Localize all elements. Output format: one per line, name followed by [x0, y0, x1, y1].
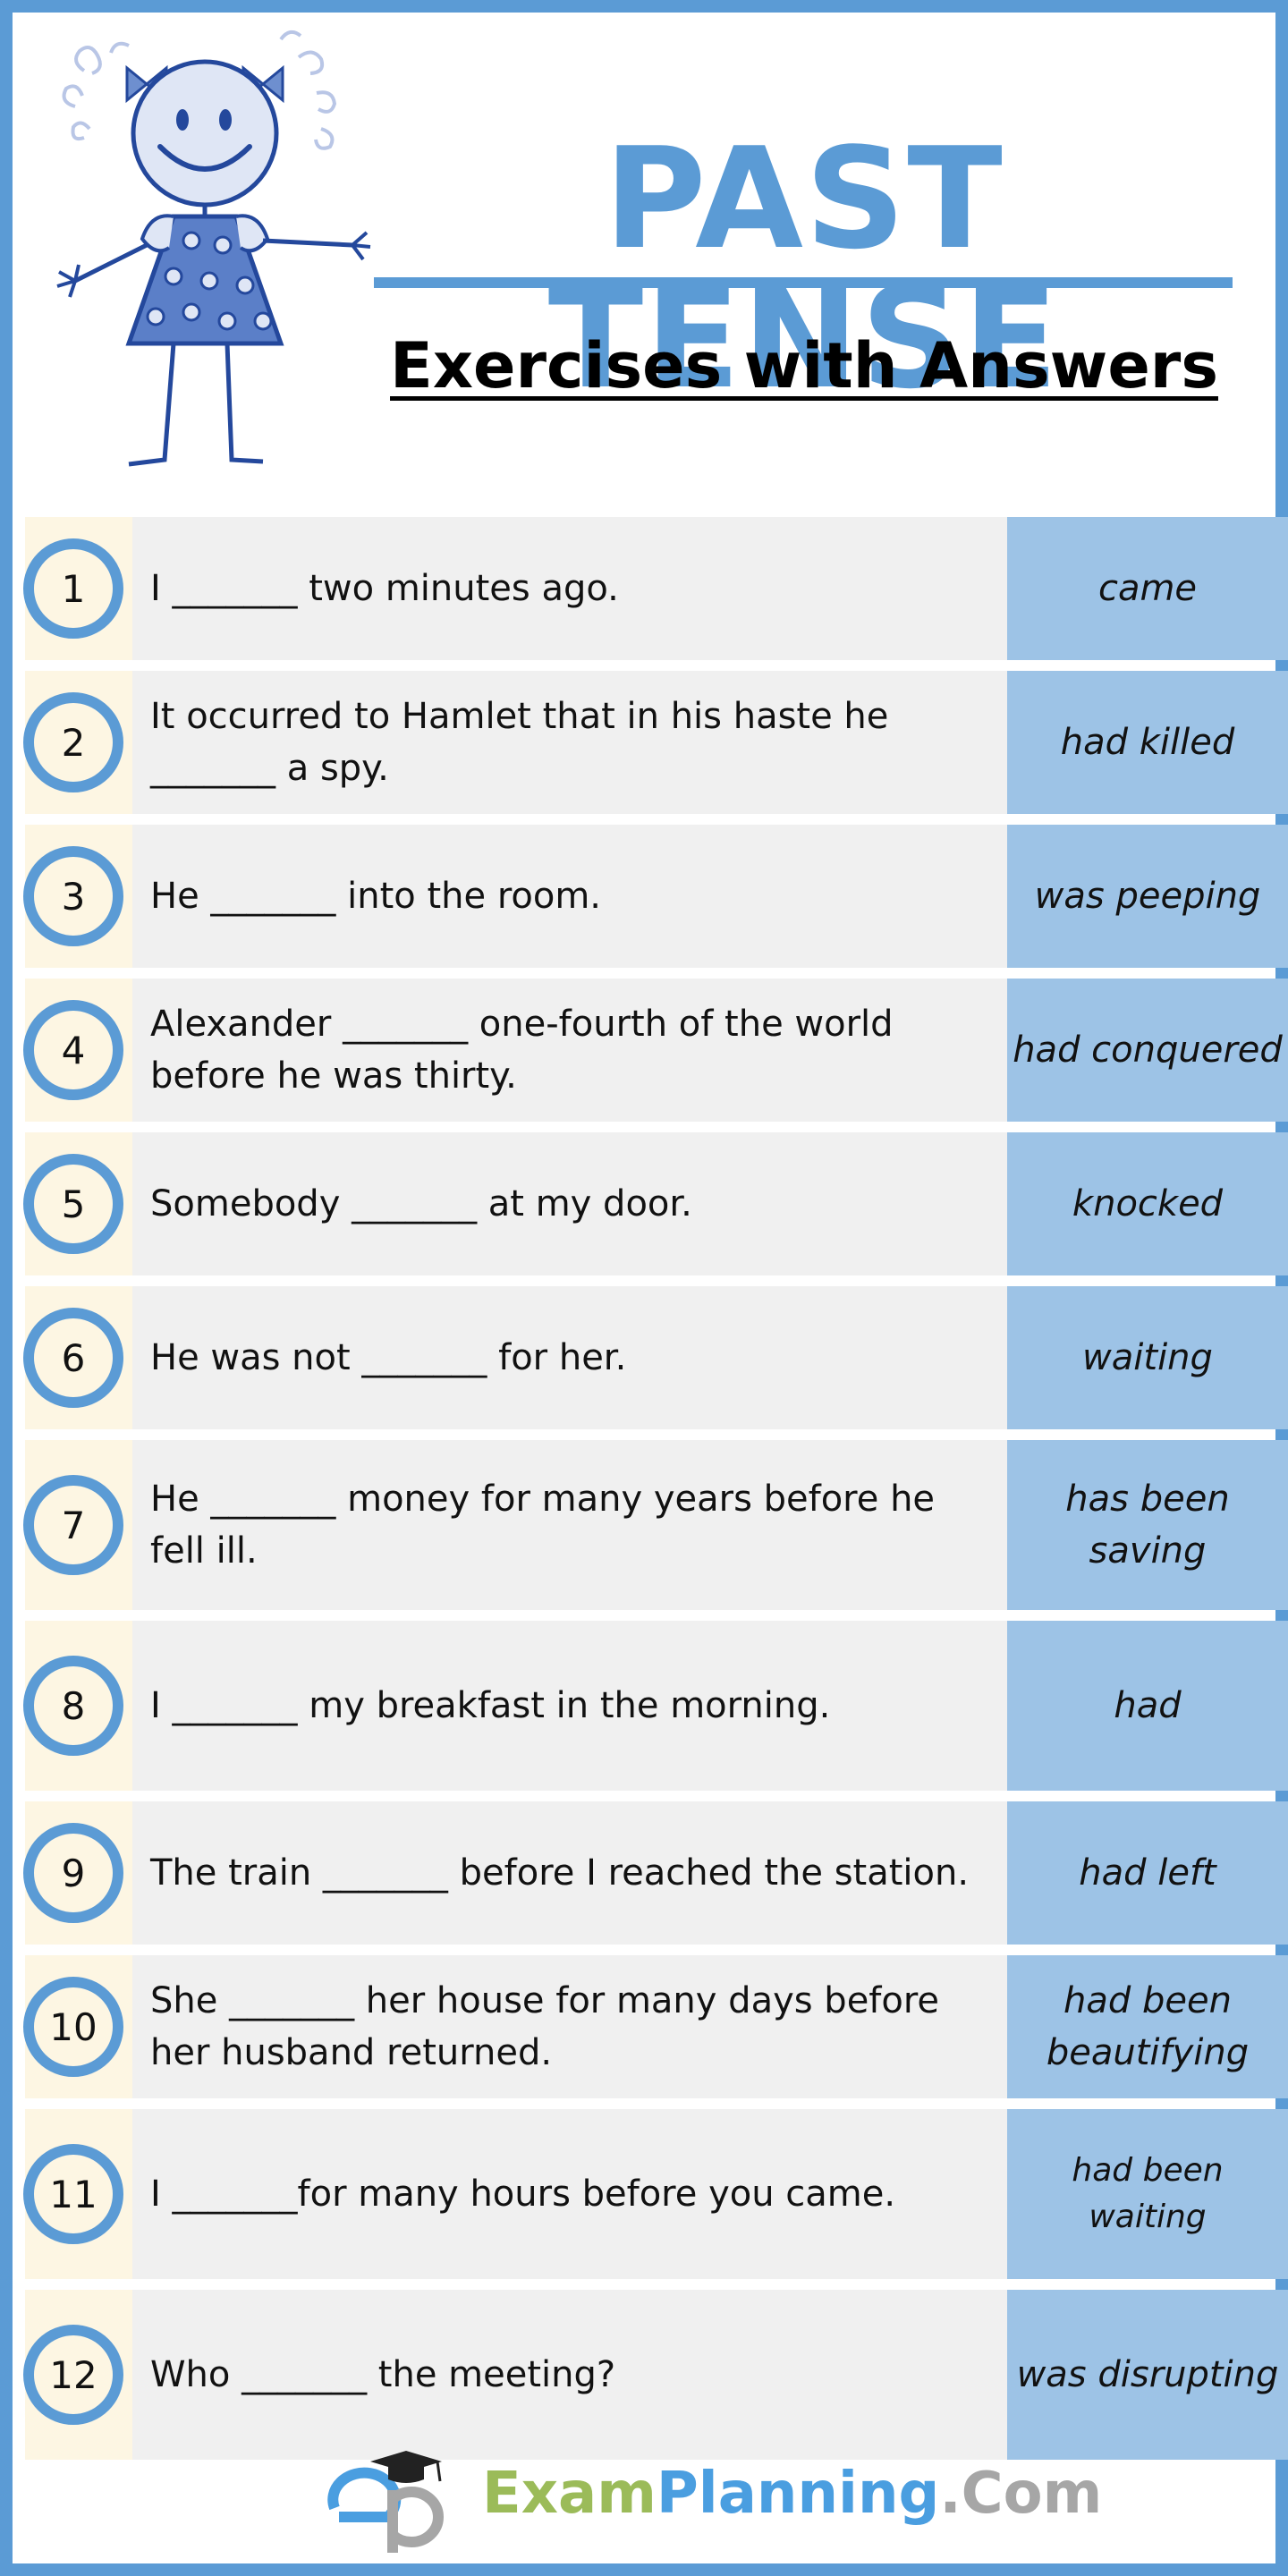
question-text: The train _______ before I reached the s… — [132, 1801, 1007, 1945]
number-badge: 12 — [23, 2325, 123, 2425]
answer-text: waiting — [1007, 1286, 1288, 1429]
brand-name: ExamPlanning.Com — [482, 2465, 1102, 2522]
exercise-row: 4 Alexander _______ one-fourth of the wo… — [23, 979, 1288, 1122]
girl-mascot-illustration — [56, 30, 371, 467]
exercise-row: 5 Somebody _______ at my door. knocked — [23, 1132, 1288, 1275]
number-badge: 3 — [23, 846, 123, 946]
number-badge: 2 — [23, 692, 123, 792]
brand-part-com: .Com — [939, 2461, 1103, 2527]
brand-part-exam: Exam — [482, 2461, 657, 2527]
answer-text: had — [1007, 1621, 1288, 1791]
question-text: It occurred to Hamlet that in his haste … — [132, 671, 1007, 814]
question-text: Somebody _______ at my door. — [132, 1132, 1007, 1275]
page-frame: PAST TENSE Exercises with Answers 1 I __… — [0, 0, 1288, 2576]
answer-text: came — [1007, 517, 1288, 660]
exercise-row: 9 The train _______ before I reached the… — [23, 1801, 1288, 1945]
answer-text: had been beautifying — [1007, 1955, 1288, 2098]
brand-part-planning: Planning — [656, 2461, 940, 2527]
exercise-row: 1 I _______ two minutes ago. came — [23, 517, 1288, 660]
ep-graduation-cap-logo-icon — [327, 2451, 444, 2553]
answer-text: had conquered — [1007, 979, 1288, 1122]
exercise-row: 8 I _______ my breakfast in the morning.… — [23, 1621, 1288, 1791]
question-text: I _______ my breakfast in the morning. — [132, 1621, 1007, 1791]
answer-text: has been saving — [1007, 1440, 1288, 1610]
answer-text: was peeping — [1007, 825, 1288, 968]
title-underline — [374, 277, 1233, 288]
exercise-row: 6 He was not _______ for her. waiting — [23, 1286, 1288, 1429]
number-badge: 5 — [23, 1154, 123, 1254]
question-text: He _______ money for many years before h… — [132, 1440, 1007, 1610]
number-badge: 7 — [23, 1475, 123, 1575]
exercise-row: 12 Who _______ the meeting? was disrupti… — [23, 2290, 1288, 2460]
exercise-list: 1 I _______ two minutes ago. came 2 It o… — [23, 517, 1288, 2470]
question-text: I _______ two minutes ago. — [132, 517, 1007, 660]
number-badge: 11 — [23, 2144, 123, 2244]
exercise-row: 10 She _______ her house for many days b… — [23, 1955, 1288, 2098]
question-text: Alexander _______ one-fourth of the worl… — [132, 979, 1007, 1122]
question-text: He _______ into the room. — [132, 825, 1007, 968]
exercise-row: 3 He _______ into the room. was peeping — [23, 825, 1288, 968]
answer-text: had been waiting — [1007, 2109, 1288, 2279]
question-text: She _______ her house for many days befo… — [132, 1955, 1007, 2098]
answer-text: had left — [1007, 1801, 1288, 1945]
footer: ExamPlanning.Com — [13, 2445, 1288, 2553]
page-subtitle: Exercises with Answers — [390, 329, 1218, 402]
exercise-row: 11 I _______for many hours before you ca… — [23, 2109, 1288, 2279]
answer-text: had killed — [1007, 671, 1288, 814]
number-badge: 1 — [23, 538, 123, 639]
number-badge: 6 — [23, 1308, 123, 1408]
question-text: He was not _______ for her. — [132, 1286, 1007, 1429]
number-badge: 10 — [23, 1977, 123, 2077]
number-badge: 9 — [23, 1823, 123, 1923]
answer-text: was disrupting — [1007, 2290, 1288, 2460]
exercise-row: 7 He _______ money for many years before… — [23, 1440, 1288, 1610]
number-badge: 4 — [23, 1000, 123, 1100]
exercise-row: 2 It occurred to Hamlet that in his hast… — [23, 671, 1288, 814]
answer-text: knocked — [1007, 1132, 1288, 1275]
question-text: I _______for many hours before you came. — [132, 2109, 1007, 2279]
number-badge: 8 — [23, 1656, 123, 1756]
question-text: Who _______ the meeting? — [132, 2290, 1007, 2460]
